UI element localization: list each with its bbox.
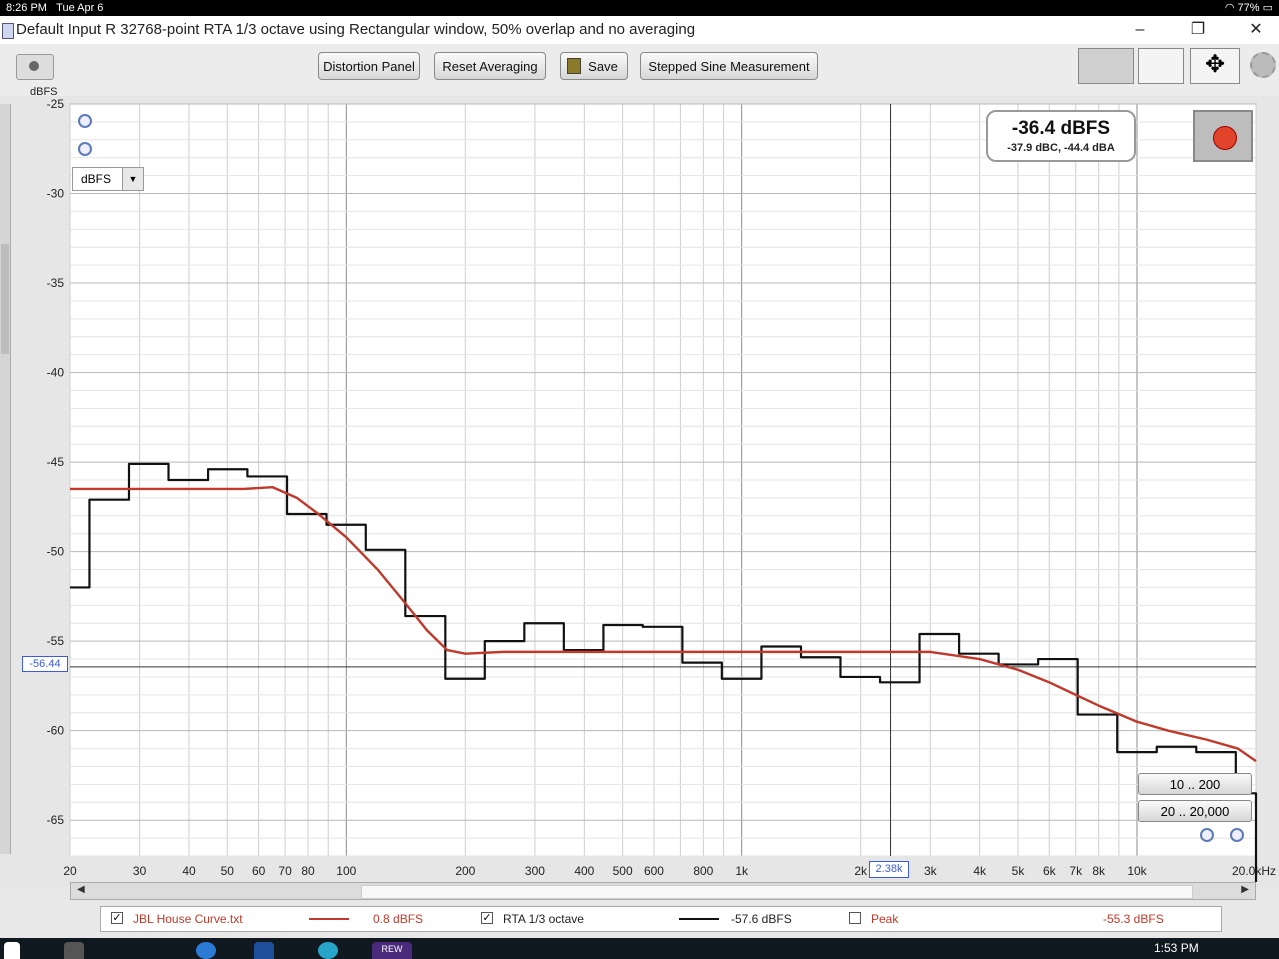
y-tick-label: -65 — [47, 813, 65, 827]
x-tick-label: 1k — [735, 864, 749, 878]
x-tick-label: 400 — [574, 864, 594, 878]
legend-value-house-curve: 0.8 dBFS — [373, 912, 424, 926]
stepped-sine-button[interactable]: Stepped Sine Measurement — [640, 52, 818, 80]
legend-checkbox-rta[interactable]: ✓ — [481, 912, 493, 924]
spl-readout: -36.4 dBFS -37.9 dBC, -44.4 dBA — [986, 110, 1136, 162]
battery-icon: ▭ — [1262, 2, 1273, 14]
edge-icon[interactable] — [196, 942, 216, 959]
x-tick-label: 3k — [924, 864, 938, 878]
range-20-20000-button[interactable]: 20 .. 20,000 — [1138, 800, 1252, 822]
unit-select[interactable]: dBFS ▼ — [72, 167, 144, 191]
legend-checkbox-house-curve[interactable]: ✓ — [111, 912, 123, 924]
cursor-x-value: 2.38k — [869, 861, 909, 878]
device-status-bar: 8:26 PM Tue Apr 6 ◠ 77% ▭ — [0, 0, 1279, 16]
taskbar-app-icon[interactable] — [254, 942, 274, 959]
minimize-button[interactable]: – — [1120, 16, 1160, 44]
y-tick-label: -50 — [47, 545, 65, 559]
x-tick-label: 60 — [252, 864, 266, 878]
x-zoom-in-icon[interactable] — [1200, 828, 1214, 842]
window-title: Default Input R 32768-point RTA 1/3 octa… — [16, 21, 696, 38]
battery-indicator: ◠ 77% ▭ — [1224, 2, 1273, 14]
pan-icon[interactable]: ✥ — [1190, 48, 1240, 84]
x-tick-label: 40 — [182, 864, 196, 878]
x-tick-label: 2k — [854, 864, 868, 878]
camera-icon[interactable] — [16, 54, 54, 80]
restore-button[interactable]: ❐ — [1178, 16, 1218, 44]
y-tick-label: -30 — [47, 187, 65, 201]
x-tick-label: 6k — [1043, 864, 1057, 878]
single-view-button[interactable] — [1078, 48, 1134, 84]
x-tick-label: 800 — [693, 864, 713, 878]
scroll-right-icon[interactable]: ▶ — [1241, 884, 1249, 895]
x-tick-label: 200 — [455, 864, 475, 878]
close-button[interactable]: ✕ — [1236, 16, 1276, 44]
readout-main: -36.4 dBFS — [1011, 118, 1111, 139]
legend-checkbox-peak[interactable] — [849, 912, 861, 924]
y-tick-label: -25 — [47, 97, 65, 111]
gear-icon[interactable] — [1250, 52, 1276, 78]
scroll-left-icon[interactable]: ◀ — [77, 884, 85, 895]
taskbar-clock: 1:53 PM — [1154, 941, 1199, 955]
legend-swatch-rta — [679, 918, 719, 920]
split-view-button[interactable] — [1138, 48, 1184, 84]
app-icon — [2, 23, 14, 39]
x-tick-label: 5k — [1012, 864, 1026, 878]
rew-taskbar-icon[interactable]: REW — [372, 942, 412, 959]
legend-value-peak: -55.3 dBFS — [1103, 912, 1164, 926]
legend-name-rta: RTA 1/3 octave — [503, 912, 584, 926]
record-button[interactable] — [1193, 110, 1253, 162]
chevron-down-icon[interactable]: ▼ — [122, 168, 143, 190]
readout-sub: -37.9 dBC, -44.4 dBA — [1007, 142, 1115, 154]
x-tick-label: 20 — [63, 864, 77, 878]
device-time: 8:26 PM Tue Apr 6 — [6, 2, 104, 14]
taskbar-app-icon[interactable] — [64, 942, 84, 959]
save-icon — [567, 58, 581, 74]
distortion-panel-button[interactable]: Distortion Panel — [318, 52, 420, 80]
x-tick-label: 50 — [221, 864, 235, 878]
x-tick-label: 100 — [336, 864, 356, 878]
cursor-y-value: -56.44 — [22, 656, 68, 672]
y-tick-label: -45 — [47, 455, 65, 469]
record-icon — [1213, 126, 1237, 150]
x-tick-label: 600 — [644, 864, 664, 878]
legend-value-rta: -57.6 dBFS — [731, 912, 792, 926]
x-tick-label: 7k — [1069, 864, 1083, 878]
horizontal-scroll-thumb[interactable] — [361, 885, 1193, 899]
wifi-icon: ◠ — [1224, 2, 1238, 14]
y-tick-label: -40 — [47, 366, 65, 380]
x-tick-label: 70 — [278, 864, 292, 878]
x-tick-label: 10k — [1127, 864, 1147, 878]
rta-chart[interactable]: -25 -30 -35 -40 -45 -50 -55 -60 -65 20 30 40 50 60 70 8… — [0, 96, 1279, 882]
window-titlebar: Default Input R 32768-point RTA 1/3 octa… — [0, 16, 1279, 44]
x-tick-label: 80 — [301, 864, 315, 878]
legend-name-house-curve: JBL House Curve.txt — [133, 912, 243, 926]
taskbar-app-icon[interactable] — [318, 942, 338, 959]
zoom-out-icon[interactable] — [78, 142, 92, 156]
windows-taskbar: REW 1:53 PM — [0, 938, 1279, 959]
x-tick-label: 30 — [133, 864, 147, 878]
range-10-200-button[interactable]: 10 .. 200 — [1138, 773, 1252, 795]
y-tick-label: -60 — [47, 724, 65, 738]
legend-name-peak: Peak — [871, 912, 899, 926]
windows-start-icon[interactable] — [4, 942, 20, 959]
legend-swatch-house-curve — [309, 918, 349, 920]
save-button[interactable]: Save — [560, 52, 628, 80]
x-tick-label: 20.0kHz — [1232, 864, 1276, 878]
x-tick-label: 4k — [973, 864, 987, 878]
horizontal-scrollbar[interactable]: ◀ ▶ — [70, 882, 1256, 900]
save-label: Save — [588, 59, 618, 74]
reset-averaging-button[interactable]: Reset Averaging — [434, 52, 546, 80]
x-zoom-out-icon[interactable] — [1230, 828, 1244, 842]
x-tick-label: 500 — [613, 864, 633, 878]
y-tick-label: -35 — [47, 276, 65, 290]
zoom-in-icon[interactable] — [78, 114, 92, 128]
x-tick-label: 300 — [525, 864, 545, 878]
y-tick-label: -55 — [47, 634, 65, 648]
trace-legend: ✓ JBL House Curve.txt 0.8 dBFS ✓ RTA 1/3… — [100, 906, 1222, 932]
x-tick-label: 8k — [1092, 864, 1106, 878]
toolbar: Distortion Panel Reset Averaging Save St… — [0, 44, 1279, 96]
